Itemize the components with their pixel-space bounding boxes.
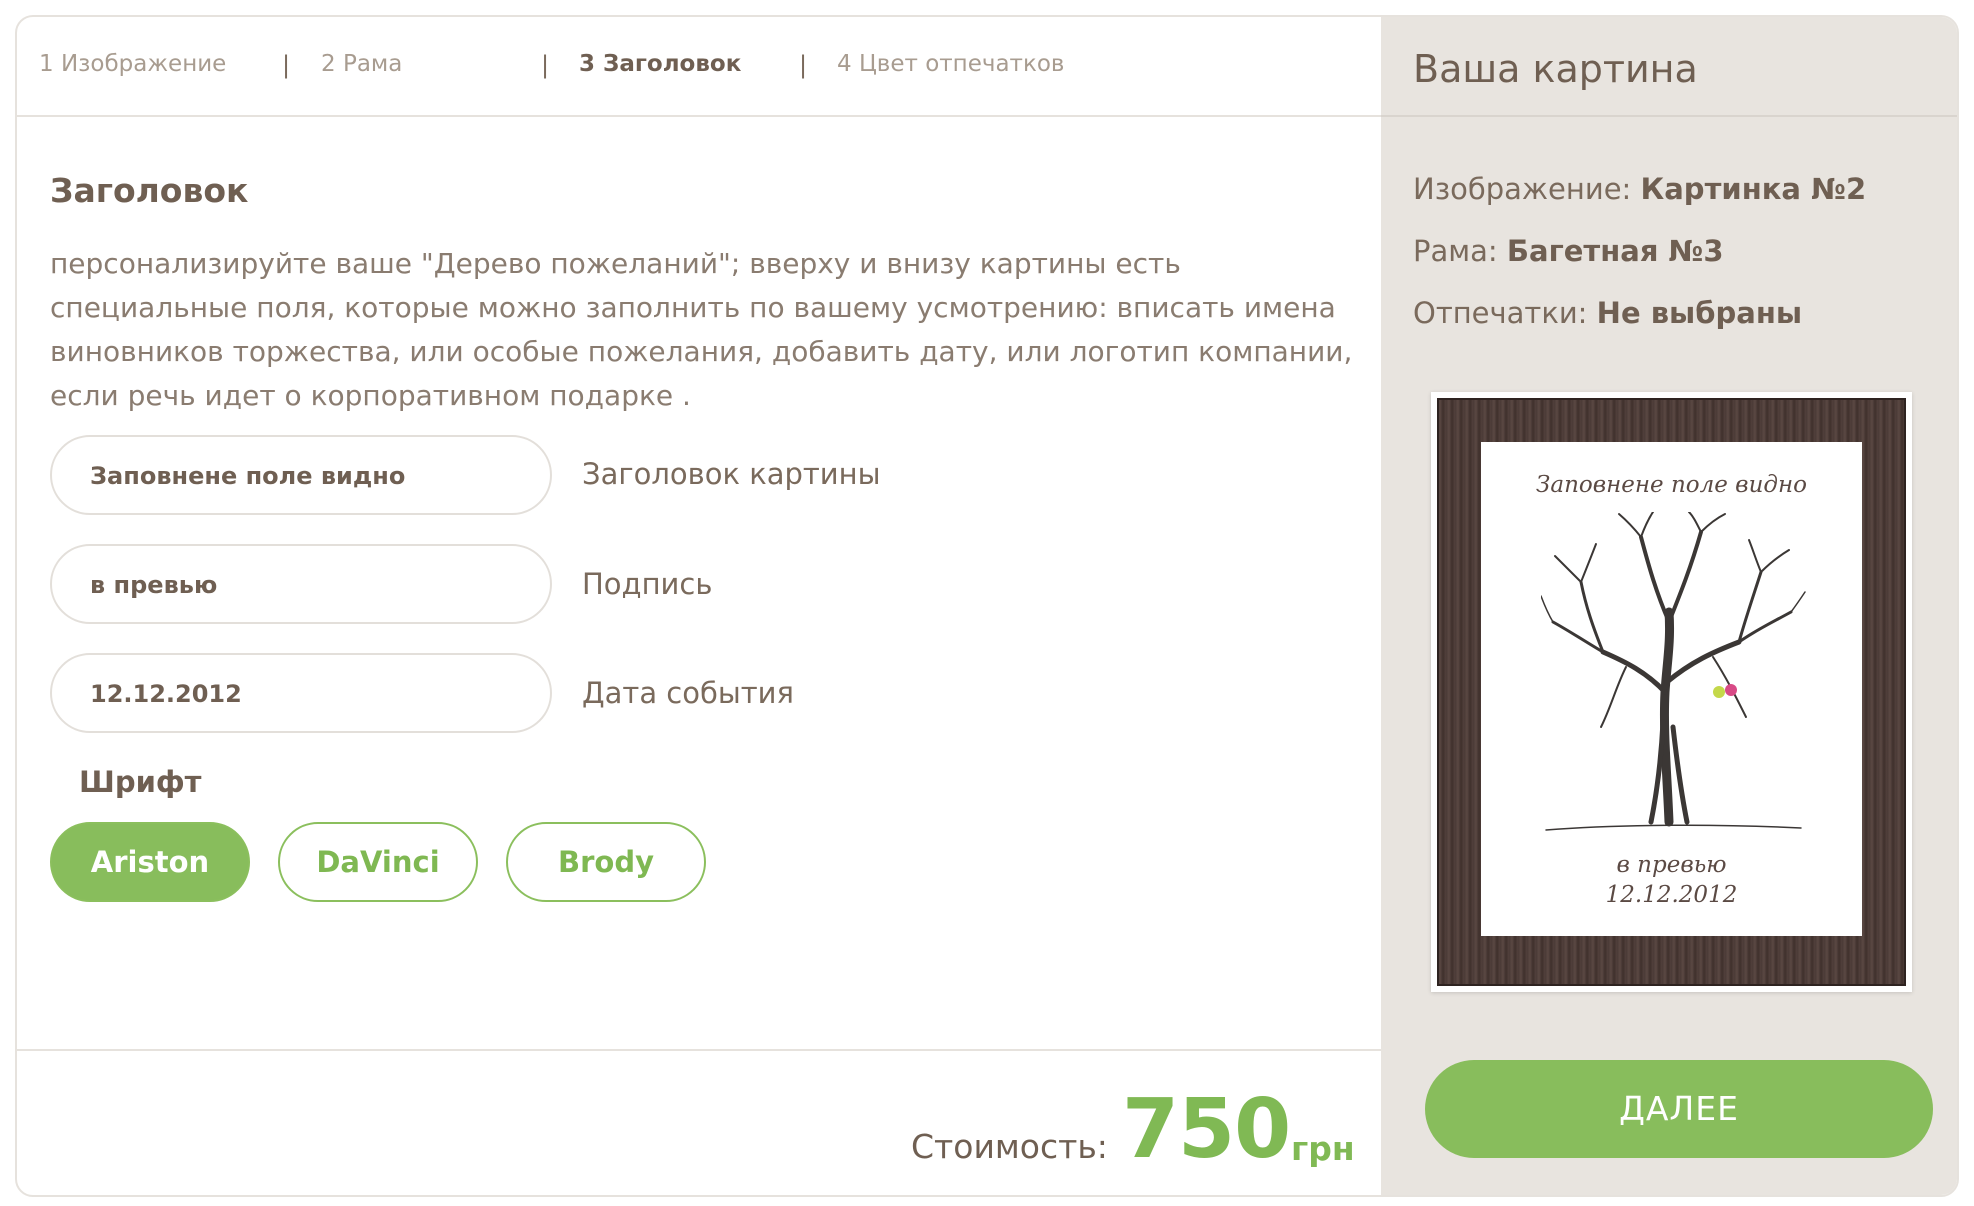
price-label: Стоимость: xyxy=(911,1127,1108,1166)
summary-frame-value: Багетная №3 xyxy=(1506,234,1724,268)
step-separator: | xyxy=(799,51,808,79)
section-title: Заголовок xyxy=(50,171,249,210)
constructor-card: 1 Изображение | 2 Рама | 3 Заголовок | 4… xyxy=(15,15,1959,1197)
summary-frame-label: Рама: xyxy=(1413,234,1498,268)
step-image[interactable]: 1 Изображение xyxy=(39,51,226,77)
step-separator: | xyxy=(282,51,291,79)
preview-signature: в превью xyxy=(1616,852,1727,878)
signature-input[interactable]: в превью xyxy=(50,544,552,624)
font-brody-button[interactable]: Brody xyxy=(506,822,706,902)
steps-bar: 1 Изображение | 2 Рама | 3 Заголовок | 4… xyxy=(17,17,1381,117)
signature-input-label: Подпись xyxy=(582,567,713,601)
step-print-color[interactable]: 4 Цвет отпечатков xyxy=(837,51,1064,77)
picture-preview: Заповнене поле видно в превью 12.12.2012 xyxy=(1431,392,1912,992)
step-title[interactable]: 3 Заголовок xyxy=(579,51,741,77)
preview-title: Заповнене поле видно xyxy=(1536,472,1807,498)
summary-prints: Отпечатки: Не выбраны xyxy=(1413,296,1802,330)
editor-panel: 1 Изображение | 2 Рама | 3 Заголовок | 4… xyxy=(17,17,1381,1195)
summary-image-value: Картинка №2 xyxy=(1640,172,1867,206)
title-input-label: Заголовок картины xyxy=(582,457,881,491)
step-separator: | xyxy=(541,51,550,79)
step-frame[interactable]: 2 Рама xyxy=(321,51,402,77)
summary-panel: Ваша картина Изображение: Картинка №2 Ра… xyxy=(1381,17,1957,1195)
date-input[interactable]: 12.12.2012 xyxy=(50,653,552,733)
wooden-frame: Заповнене поле видно в превью 12.12.2012 xyxy=(1437,398,1906,986)
price-currency: грн xyxy=(1291,1129,1355,1168)
date-input-label: Дата события xyxy=(582,676,794,710)
summary-image-label: Изображение: xyxy=(1413,172,1632,206)
summary-title: Ваша картина xyxy=(1413,47,1698,91)
signature-input-value[interactable]: в превью xyxy=(90,571,217,599)
title-input-value[interactable]: Заповнене поле видно xyxy=(90,462,405,490)
summary-prints-label: Отпечатки: xyxy=(1413,296,1588,330)
summary-image: Изображение: Картинка №2 xyxy=(1413,172,1866,206)
title-input[interactable]: Заповнене поле видно xyxy=(50,435,552,515)
summary-frame: Рама: Багетная №3 xyxy=(1413,234,1724,268)
preview-date: 12.12.2012 xyxy=(1605,882,1738,908)
summary-prints-value: Не выбраны xyxy=(1596,296,1803,330)
next-button[interactable]: ДАЛЕЕ xyxy=(1425,1060,1933,1158)
section-description: персонализируйте ваше "Дерево пожеланий"… xyxy=(50,247,1353,412)
summary-header: Ваша картина xyxy=(1381,17,1957,117)
font-davinci-button[interactable]: DaVinci xyxy=(278,822,478,902)
font-label: Шрифт xyxy=(79,765,202,799)
price-value: 750 xyxy=(1122,1082,1291,1177)
date-input-value[interactable]: 12.12.2012 xyxy=(90,680,242,708)
tree-illustration xyxy=(1541,512,1806,831)
font-ariston-button[interactable]: Ariston xyxy=(50,822,250,902)
preview-canvas: Заповнене поле видно в превью 12.12.2012 xyxy=(1481,442,1862,936)
